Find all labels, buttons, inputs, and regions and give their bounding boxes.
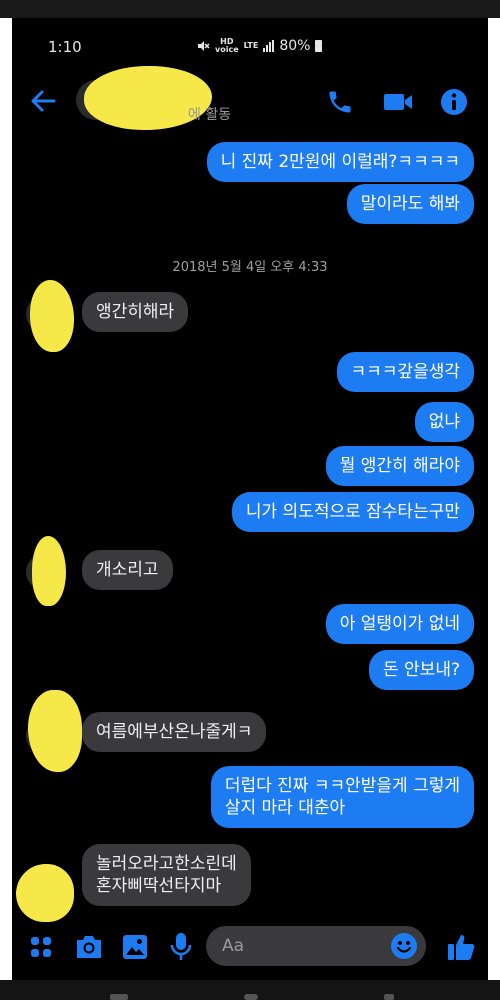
apps-grid-icon[interactable] [30, 936, 52, 958]
network-label: LTE [243, 41, 259, 50]
message-received[interactable]: 앵간히해라 [82, 292, 189, 332]
top-strip [0, 0, 500, 18]
message-sent[interactable]: ㅋㅋㅋ갚을생각 [336, 352, 474, 392]
gallery-icon[interactable] [122, 934, 148, 960]
redaction-mark [32, 536, 66, 606]
info-icon[interactable] [440, 88, 468, 116]
message-received[interactable]: 놀러오라고한소린데 혼자삐딱선타지마 [82, 844, 251, 906]
recent-apps-icon[interactable] [110, 994, 128, 1000]
microphone-icon[interactable] [170, 932, 192, 962]
status-icons: HD voice LTE 80% [196, 37, 323, 54]
back-arrow-icon[interactable] [28, 86, 58, 116]
battery-icon [315, 40, 323, 52]
battery-percent: 80% [279, 38, 311, 54]
message-input[interactable]: Aa [206, 926, 426, 966]
message-sent[interactable]: 돈 안보내? [369, 650, 474, 690]
message-sent[interactable]: 아 얼탱이가 없네 [325, 604, 474, 644]
home-icon[interactable] [244, 994, 258, 1000]
message-received[interactable]: 여름에부산온나줄게ㅋ [82, 712, 267, 752]
signal-icon [263, 40, 275, 52]
phone-screen: 1:10 HD voice LTE 80% 에 활동 니 진짜 2만원에 이럴래… [12, 18, 488, 980]
thumbs-up-icon[interactable] [446, 932, 476, 962]
message-sent[interactable]: 니 진짜 2만원에 이럴래?ㅋㅋㅋㅋ [206, 142, 474, 182]
message-received[interactable]: 개소리고 [82, 550, 173, 590]
mute-icon [198, 41, 210, 51]
message-sent[interactable]: 말이라도 해봐 [346, 184, 474, 224]
message-sent[interactable]: 뭘 앵간히 해라야 [325, 446, 474, 486]
message-sent[interactable]: 없냐 [414, 402, 474, 442]
hd-voice-icon: HD voice [215, 37, 239, 54]
camera-icon[interactable] [74, 934, 104, 960]
emoji-icon[interactable] [390, 932, 418, 960]
status-time: 1:10 [48, 38, 82, 56]
composer-bar: Aa [12, 922, 488, 974]
conversation-header: 에 활동 [12, 66, 488, 130]
message-sent[interactable]: 니가 의도적으로 잠수타는구만 [231, 492, 474, 532]
status-bar: 1:10 HD voice LTE 80% [12, 38, 488, 58]
active-status: 에 활동 [188, 107, 232, 123]
back-nav-icon[interactable] [384, 994, 394, 1000]
redaction-mark [16, 864, 74, 922]
date-separator: 2018년 5월 4일 오후 4:33 [172, 260, 328, 275]
redaction-mark [28, 690, 82, 772]
video-call-icon[interactable] [382, 88, 414, 116]
message-input-placeholder: Aa [222, 936, 245, 956]
phone-call-icon[interactable] [326, 88, 354, 116]
message-sent[interactable]: 더럽다 진짜 ㅋㅋ안받을게 그렇게 살지 마라 대춘아 [210, 766, 474, 828]
redaction-mark [30, 280, 74, 352]
